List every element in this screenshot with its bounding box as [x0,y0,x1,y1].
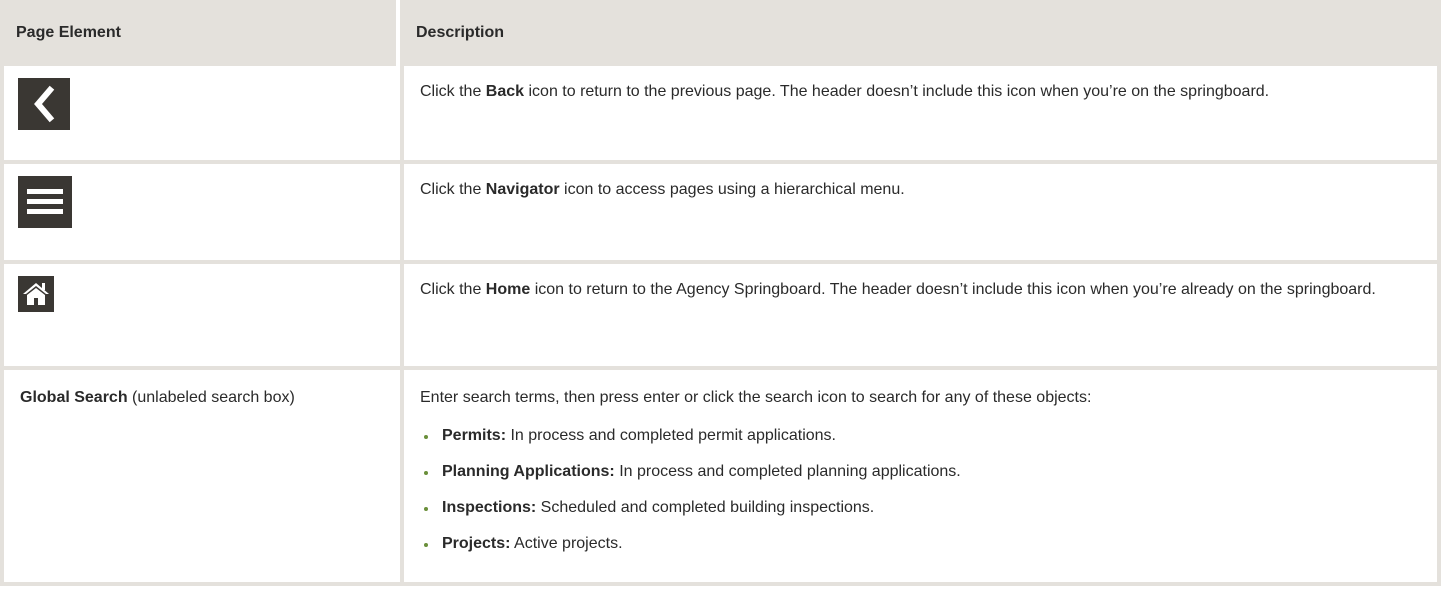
column-header-page-element: Page Element [0,0,400,66]
description-text: Click the Home icon to return to the Age… [420,281,1376,298]
table-header-row: Page Element Description [0,0,1441,66]
description-text: Click the Navigator icon to access pages… [420,181,905,198]
global-search-note: (unlabeled search box) [127,389,295,406]
description-text: Click the Back icon to return to the pre… [420,83,1270,100]
description-text: Enter search terms, then press enter or … [420,389,1092,406]
icon-name: Navigator [485,181,560,198]
page-element-table: Page Element Description Click the Back … [0,0,1441,586]
global-search-label: Global Search [20,389,128,406]
element-cell [0,164,400,264]
table-row: Click the Back icon to return to the pre… [0,66,1441,164]
navigator-icon [18,176,72,228]
element-cell: Global Search (unlabeled search box) [0,370,400,586]
icon-name: Back [485,83,525,100]
description-cell: Click the Navigator icon to access pages… [400,164,1441,264]
object-list: Permits: In process and completed permit… [420,424,1421,568]
element-cell [0,66,400,164]
description-cell: Click the Back icon to return to the pre… [400,66,1441,164]
back-icon [18,78,70,130]
list-item: Permits: In process and completed permit… [420,424,1421,460]
description-cell: Click the Home icon to return to the Age… [400,264,1441,370]
list-item: Projects: Active projects. [420,532,1421,568]
table-row: Click the Navigator icon to access pages… [0,164,1441,264]
table-row: Click the Home icon to return to the Age… [0,264,1441,370]
list-item: Inspections: Scheduled and completed bui… [420,496,1421,532]
home-icon [18,276,54,312]
element-cell [0,264,400,370]
column-header-description: Description [400,0,1441,66]
icon-name: Home [485,281,531,298]
list-item: Planning Applications: In process and co… [420,460,1421,496]
table-row: Global Search (unlabeled search box) Ent… [0,370,1441,586]
description-cell: Enter search terms, then press enter or … [400,370,1441,586]
